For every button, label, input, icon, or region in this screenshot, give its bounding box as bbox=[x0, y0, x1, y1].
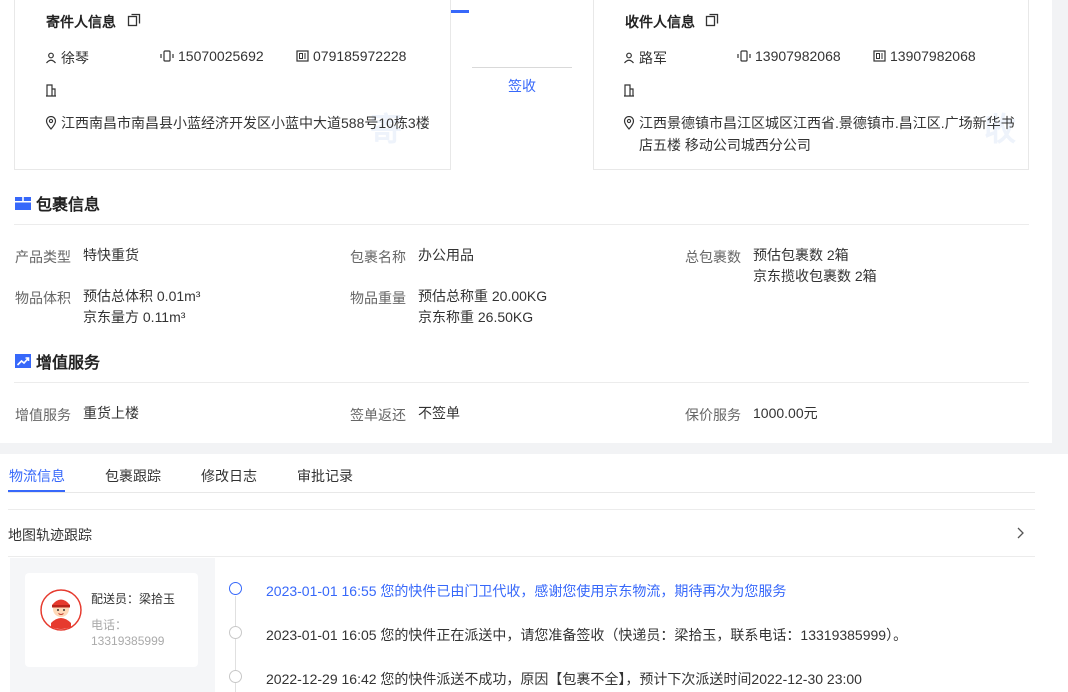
product-type-label: 产品类型 bbox=[15, 249, 71, 265]
value-added-heading: 增值服务 bbox=[14, 349, 100, 373]
location-pin-icon bbox=[45, 116, 57, 130]
receiver-name: 路军 bbox=[639, 50, 667, 66]
map-track-row[interactable]: 地图轨迹跟踪 bbox=[8, 509, 1035, 557]
sender-card: 寄 寄件人信息 徐琴 15070025692 079185972228 江西南昌… bbox=[14, 0, 451, 170]
trend-chart-icon bbox=[15, 354, 31, 368]
volume-jd: 京东量方 0.11m³ bbox=[83, 309, 186, 325]
sender-phone: 079185972228 bbox=[313, 48, 407, 64]
telephone-icon bbox=[873, 50, 886, 62]
active-tab-indicator bbox=[8, 490, 65, 492]
weight-estimated: 预估总称重 20.00KG bbox=[418, 288, 548, 304]
package-name-value: 办公用品 bbox=[418, 247, 474, 263]
total-packages-jd: 京东揽收包裹数 2箱 bbox=[753, 268, 877, 284]
sender-address: 江西南昌市南昌县小蓝经济开发区小蓝中大道588号10栋3楼 bbox=[61, 115, 430, 131]
mobile-icon bbox=[160, 50, 174, 62]
mobile-icon bbox=[737, 50, 751, 62]
person-icon bbox=[624, 52, 634, 64]
service-value: 重货上楼 bbox=[83, 405, 139, 421]
tab-package-tracking[interactable]: 包裹跟踪 bbox=[105, 466, 161, 486]
receiver-address-row: 江西景德镇市昌江区城区江西省.景德镇市.昌江区.广场新华书店五楼 移动公司城西分… bbox=[623, 112, 1018, 156]
courier-avatar bbox=[40, 589, 82, 631]
courier-phone: 13319385999 bbox=[91, 634, 165, 648]
service-label: 增值服务 bbox=[15, 407, 71, 423]
weight-label: 物品重量 bbox=[350, 290, 406, 306]
weight-jd: 京东称重 26.50KG bbox=[418, 309, 534, 325]
timeline-entry: 2022-12-29 16:42 您的快件派送不成功，原因【包裹不全】，预计下次… bbox=[266, 671, 862, 687]
product-type-value: 特快重货 bbox=[83, 247, 139, 263]
value-added-title: 增值服务 bbox=[36, 355, 101, 372]
receipt-return-value: 不签单 bbox=[418, 405, 460, 421]
building-icon bbox=[46, 84, 56, 97]
timeline-dot bbox=[229, 626, 242, 639]
courier-phone-label: 电话： bbox=[91, 618, 128, 632]
location-pin-icon bbox=[623, 116, 635, 130]
copy-icon[interactable] bbox=[705, 13, 719, 27]
sign-status-label: 签收 bbox=[508, 78, 536, 94]
section-divider bbox=[14, 382, 1029, 383]
receipt-return-label: 签单返还 bbox=[350, 407, 406, 423]
timeline-dot bbox=[229, 582, 242, 595]
sender-name-row: 徐琴 bbox=[45, 48, 89, 68]
tabs-baseline bbox=[8, 492, 1035, 493]
total-packages-label: 总包裹数 bbox=[685, 249, 741, 265]
insurance-value: 1000.00元 bbox=[753, 405, 818, 421]
telephone-icon bbox=[296, 50, 309, 62]
courier-name: 配送员：梁拾玉 bbox=[91, 592, 176, 606]
section-divider bbox=[14, 224, 1029, 225]
timeline-dot bbox=[229, 670, 242, 683]
sender-mobile: 15070025692 bbox=[178, 48, 264, 64]
receiver-title: 收件人信息 bbox=[625, 14, 695, 30]
receiver-address: 江西景德镇市昌江区城区江西省.景德镇市.昌江区.广场新华书店五楼 移动公司城西分… bbox=[639, 115, 1015, 153]
person-icon bbox=[46, 52, 56, 64]
volume-estimated: 预估总体积 0.01m³ bbox=[83, 288, 201, 304]
insurance-label: 保价服务 bbox=[685, 407, 741, 423]
map-track-label: 地图轨迹跟踪 bbox=[8, 527, 92, 543]
receiver-phone-row: 13907982068 bbox=[873, 48, 976, 64]
receiver-card: 收 收件人信息 路军 13907982068 13907982068 江西景德镇… bbox=[593, 0, 1029, 170]
timeline-entry: 2023-01-01 16:55 您的快件已由门卫代收，感谢您使用京东物流，期待… bbox=[266, 583, 787, 599]
page-scroll-gutter bbox=[1052, 0, 1068, 450]
tab-change-log[interactable]: 修改日志 bbox=[201, 466, 257, 486]
sender-name: 徐琴 bbox=[61, 50, 89, 66]
timeline-entry: 2023-01-01 16:05 您的快件正在派送中，请您准备签收（快递员：梁拾… bbox=[266, 627, 908, 643]
sign-connector-line bbox=[472, 67, 572, 68]
receiver-phone: 13907982068 bbox=[890, 48, 976, 64]
receiver-name-row: 路军 bbox=[623, 48, 667, 68]
sender-phone-row: 079185972228 bbox=[296, 48, 406, 64]
sender-mobile-row: 15070025692 bbox=[160, 48, 264, 64]
building-icon bbox=[624, 84, 634, 97]
package-name-label: 包裹名称 bbox=[350, 249, 406, 265]
total-packages-estimated: 预估包裹数 2箱 bbox=[753, 247, 849, 263]
receiver-mobile-row: 13907982068 bbox=[737, 48, 841, 64]
package-info-heading: 包裹信息 bbox=[14, 191, 100, 215]
volume-label: 物品体积 bbox=[15, 290, 71, 306]
sender-title: 寄件人信息 bbox=[46, 14, 116, 30]
tab-approval-records[interactable]: 审批记录 bbox=[297, 466, 353, 486]
chevron-right-icon[interactable] bbox=[1015, 526, 1025, 540]
tab-logistics-info[interactable]: 物流信息 bbox=[9, 466, 65, 486]
copy-icon[interactable] bbox=[127, 13, 141, 27]
section-separator-band bbox=[0, 443, 1068, 454]
package-info-title: 包裹信息 bbox=[36, 197, 101, 214]
package-icon bbox=[15, 197, 31, 210]
receiver-mobile: 13907982068 bbox=[755, 48, 841, 64]
sender-address-row: 江西南昌市南昌县小蓝经济开发区小蓝中大道588号10栋3楼 bbox=[45, 112, 440, 134]
